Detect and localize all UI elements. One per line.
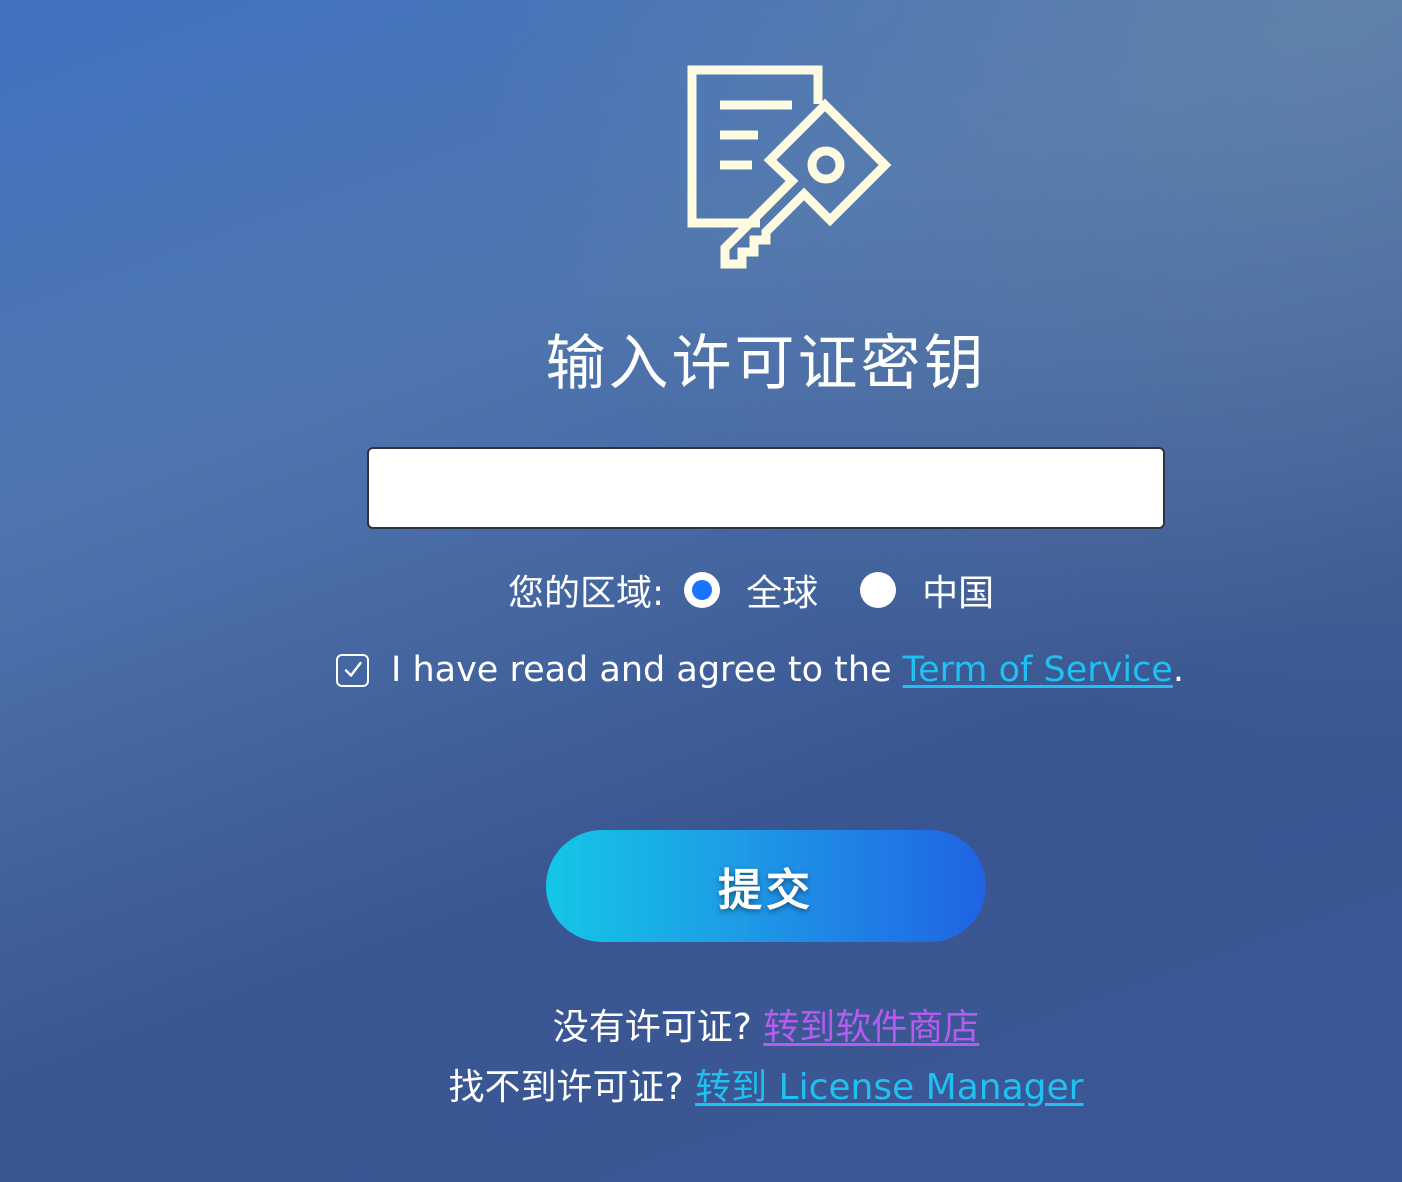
cant-find-license-line: 找不到许可证? 转到 License Manager [0,1062,1402,1114]
region-label: 您的区域: [508,573,665,614]
checkmark-icon [344,661,362,677]
region-selector: 您的区域: 全球 中国 [508,564,1036,616]
no-license-line: 没有许可证? 转到软件商店 [0,1002,1402,1054]
software-store-link[interactable]: 转到软件商店 [763,1007,979,1048]
region-option-global-label[interactable]: 全球 [746,564,818,616]
terms-text: I have read and agree to the [391,650,903,690]
terms-of-service-link[interactable]: Term of Service [903,650,1173,690]
region-radio-global[interactable] [684,572,721,608]
license-key-input[interactable] [367,447,1165,529]
submit-button[interactable]: 提交 [546,830,986,942]
region-option-china-label[interactable]: 中国 [922,564,994,616]
license-manager-link[interactable]: 转到 License Manager [695,1067,1083,1108]
terms-checkbox[interactable] [336,653,369,687]
terms-suffix: . [1172,650,1184,690]
page-title: 输入许可证密钥 [545,329,987,399]
license-key-icon [680,60,900,280]
radio-selected-dot [692,580,713,600]
license-entry-page: 输入许可证密钥 您的区域: 全球 中国 I have read and agre… [0,0,1402,1182]
terms-agreement: I have read and agree to the Term of Ser… [336,644,1184,696]
no-license-text: 没有许可证? [552,1007,764,1048]
region-radio-china[interactable] [860,572,897,608]
cant-find-text: 找不到许可证? [448,1067,696,1108]
